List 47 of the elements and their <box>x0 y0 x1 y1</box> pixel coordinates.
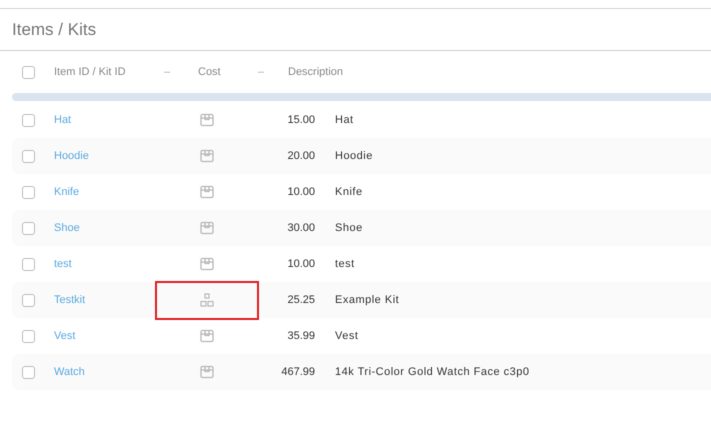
checkbox[interactable] <box>22 366 35 378</box>
hierarchy-icon <box>200 293 214 307</box>
item-link[interactable]: Shoe <box>54 220 155 236</box>
item-link[interactable]: Testkit <box>54 292 155 308</box>
item-link[interactable]: Knife <box>54 184 155 200</box>
column-header[interactable]: Item ID / Kit ID <box>54 64 164 80</box>
checkbox[interactable] <box>22 150 35 162</box>
description-cell-text: Shoe <box>335 220 363 236</box>
checkbox[interactable] <box>22 222 35 234</box>
sort-toggle[interactable]: – <box>258 64 288 80</box>
checkbox[interactable] <box>22 330 35 342</box>
checkbox[interactable] <box>22 114 35 126</box>
item-link[interactable]: Hoodie <box>54 148 155 164</box>
checkbox[interactable] <box>22 186 35 198</box>
checkbox[interactable] <box>22 66 35 78</box>
box-icon <box>200 257 214 271</box>
description-cell-text: Hat <box>335 112 354 128</box>
cost-cell-text: 20.00 <box>286 148 315 164</box>
cost-cell-text: 10.00 <box>286 184 315 200</box>
item-link[interactable]: Hat <box>54 112 155 128</box>
column-header[interactable]: Cost <box>198 64 258 80</box>
cost-cell-text: 467.99 <box>280 364 315 380</box>
box-icon <box>200 185 214 199</box>
box-icon <box>200 113 214 127</box>
box-icon <box>200 329 214 343</box>
sort-toggle[interactable]: – <box>164 64 198 80</box>
box-icon <box>200 221 214 235</box>
column-header[interactable]: Description <box>288 64 408 80</box>
cost-cell-text: 15.00 <box>286 112 315 128</box>
item-link[interactable]: Watch <box>54 364 155 380</box>
item-link[interactable]: test <box>54 256 155 272</box>
box-icon <box>200 365 214 379</box>
checkbox[interactable] <box>22 258 35 270</box>
description-cell-text: 14k Tri-Color Gold Watch Face c3p0 <box>335 364 530 380</box>
cost-cell-text: 35.99 <box>286 328 315 344</box>
description-cell-text: Vest <box>335 328 358 344</box>
page-title: Items / Kits <box>12 18 96 41</box>
cost-cell-text: 30.00 <box>286 220 315 236</box>
checkbox[interactable] <box>22 294 35 306</box>
box-icon <box>200 149 214 163</box>
description-cell-text: Knife <box>335 184 363 200</box>
cost-cell-text: 25.25 <box>286 292 315 308</box>
description-cell-text: Example Kit <box>335 292 400 308</box>
cost-cell-text: 10.00 <box>286 256 315 272</box>
description-cell-text: Hoodie <box>335 148 373 164</box>
description-cell-text: test <box>335 256 355 272</box>
item-link[interactable]: Vest <box>54 328 155 344</box>
